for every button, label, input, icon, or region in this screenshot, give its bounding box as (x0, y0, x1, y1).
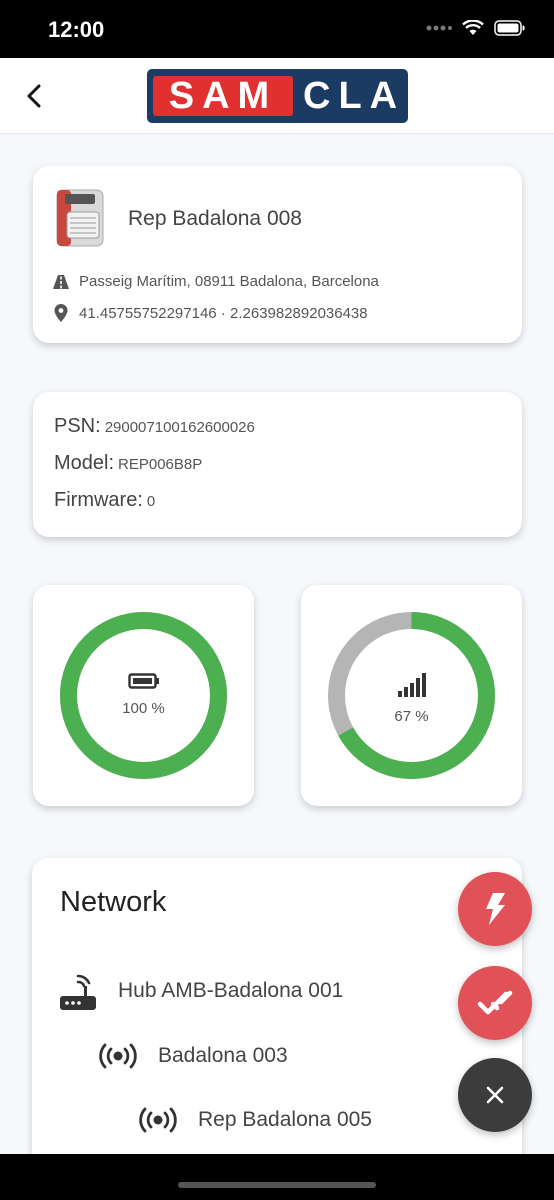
home-indicator[interactable] (178, 1182, 376, 1188)
signal-bars-icon (397, 673, 426, 697)
device-address: Passeig Marítim, 08911 Badalona, Barcelo… (79, 273, 379, 290)
broadcast-icon (139, 1107, 177, 1133)
router-icon (60, 974, 96, 1010)
device-name: Rep Badalona 008 (128, 207, 302, 230)
firmware-row: Firmware: 0 (54, 489, 155, 512)
samcla-logo: SAM CLA (147, 69, 408, 123)
model-value: REP006B8P (118, 456, 203, 473)
back-button[interactable] (18, 78, 50, 114)
network-item-label: Badalona 003 (158, 1044, 288, 1067)
battery-icon (127, 673, 159, 689)
network-item-label: Hub AMB-Badalona 001 (118, 979, 344, 1002)
network-item-repeater[interactable]: Rep Badalona 005 (138, 1107, 372, 1133)
status-bar: 12:00 (0, 0, 554, 58)
close-menu-button[interactable] (458, 1058, 532, 1132)
battery-percent: 100 % (122, 700, 165, 717)
psn-row: PSN: 290007100162600026 (54, 415, 255, 438)
logo-blue-part: CLA (303, 74, 406, 117)
network-title: Network (60, 886, 167, 918)
battery-status-icon (494, 20, 525, 36)
firmware-value: 0 (146, 493, 156, 510)
device-details-card: PSN: 290007100162600026 Model: REP006B8P F… (33, 392, 522, 537)
location-pin-icon (54, 304, 68, 322)
network-item-label: Rep Badalona 005 (198, 1108, 372, 1131)
app-header: SAM CLA (0, 58, 554, 134)
status-time: 12:00 (48, 17, 105, 42)
model-row: Model: REP006B8P (54, 452, 202, 475)
network-item-repeater[interactable]: Badalona 003 (98, 1043, 288, 1069)
battery-gauge-center: 100 % (33, 673, 254, 717)
broadcast-icon (99, 1043, 137, 1069)
close-icon (486, 1086, 504, 1104)
wifi-icon (462, 20, 484, 35)
bolt-action-button[interactable] (458, 872, 532, 946)
battery-gauge-card: 100 % (33, 585, 254, 806)
road-icon (53, 274, 69, 289)
double-check-icon (477, 990, 513, 1015)
acknowledge-action-button[interactable] (458, 966, 532, 1040)
model-label: Model: (54, 452, 115, 474)
address-row: Passeig Marítim, 08911 Badalona, Barcelo… (53, 273, 379, 290)
cellular-signal-icon (426, 25, 452, 31)
psn-label: PSN: (54, 415, 101, 437)
home-bar (0, 1154, 554, 1200)
bolt-icon (486, 893, 505, 925)
signal-gauge-card: 67 % (301, 585, 522, 806)
device-coordinates: 41.45755752297146 · 2.263982892036438 (79, 304, 368, 322)
coordinates-row: 41.45755752297146 · 2.263982892036438 (53, 304, 368, 322)
network-item-hub[interactable]: Hub AMB-Badalona 001 (58, 970, 343, 1012)
device-image (53, 186, 109, 250)
network-card: Network Hub AMB-Badalona 001 Badalona 00… (32, 858, 522, 1200)
signal-percent: 67 % (394, 708, 429, 725)
status-icons (426, 20, 526, 36)
logo-red-part: SAM (153, 75, 293, 117)
device-card: Rep Badalona 008 Passeig Marítim, 08911 … (33, 166, 522, 343)
chevron-left-icon (27, 84, 41, 108)
signal-gauge-center: 67 % (301, 673, 522, 725)
firmware-label: Firmware: (54, 489, 143, 511)
psn-value: 290007100162600026 (104, 419, 255, 436)
